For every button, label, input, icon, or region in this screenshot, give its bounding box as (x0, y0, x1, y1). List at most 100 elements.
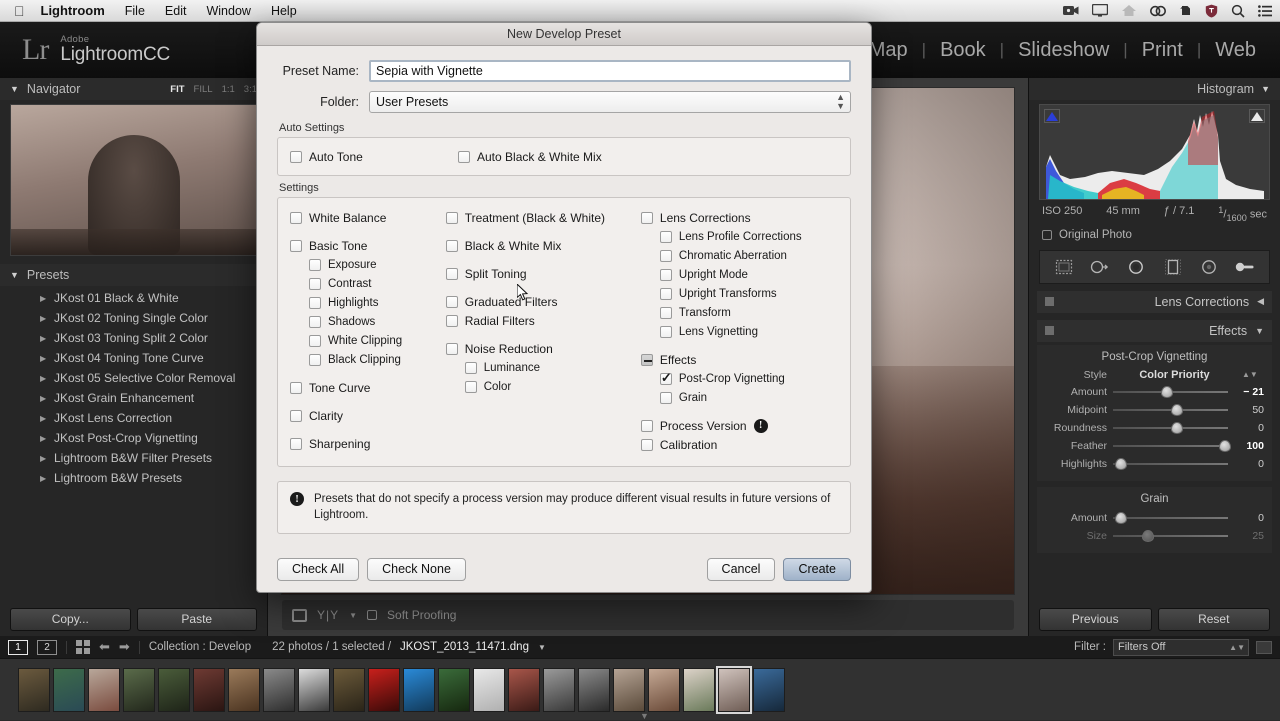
checkbox-box[interactable] (640, 211, 653, 224)
checkbox-luminance[interactable]: Luminance (446, 358, 641, 377)
checkbox-box[interactable] (640, 419, 653, 432)
checkbox-box[interactable] (290, 437, 302, 450)
checkbox-black-clipping[interactable]: Black Clipping (290, 350, 446, 369)
checkbox-tone-curve[interactable]: Tone Curve (290, 378, 446, 397)
checkbox-box[interactable] (309, 258, 321, 271)
checkbox-label: Black & White Mix (464, 238, 562, 253)
checkbox-label: Post-Crop Vignetting (678, 372, 785, 385)
checkbox-split-toning[interactable]: Split Toning (445, 264, 641, 283)
checkbox-box[interactable] (309, 334, 321, 347)
create-button[interactable]: Create (783, 557, 851, 581)
checkbox-auto-tone[interactable]: Auto Tone (290, 147, 458, 166)
checkbox-box[interactable] (290, 381, 302, 394)
checkbox-lens-vignetting[interactable]: Lens Vignetting (641, 322, 838, 341)
checkbox-white-balance[interactable]: White Balance (290, 208, 446, 227)
auto-settings-group: Auto Tone Auto Black & White Mix (277, 137, 851, 176)
checkbox-box[interactable] (445, 211, 458, 224)
checkbox-auto-black-white-mix[interactable]: Auto Black & White Mix (458, 147, 602, 166)
checkbox-shadows[interactable]: Shadows (290, 312, 446, 331)
checkbox-box[interactable] (445, 295, 458, 308)
checkbox-label: White Balance (309, 210, 387, 225)
checkbox-clarity[interactable]: Clarity (290, 406, 446, 425)
checkbox-box[interactable] (659, 268, 672, 281)
dialog-body: Preset Name: Sepia with Vignette Folder:… (257, 46, 871, 467)
checkbox-process-version[interactable]: Process Version ! (640, 416, 838, 435)
checkbox-sharpening[interactable]: Sharpening (290, 434, 446, 453)
checkbox-radial-filters[interactable]: Radial Filters (445, 311, 641, 330)
checkbox-white-clipping[interactable]: White Clipping (290, 331, 446, 350)
checkbox-exposure[interactable]: Exposure (290, 255, 446, 274)
checkbox-box[interactable] (445, 267, 458, 280)
settings-columns: White Balance Basic Tone Exposure Contra… (290, 208, 838, 454)
checkbox-box[interactable] (445, 342, 458, 355)
checkbox-box[interactable] (464, 380, 477, 393)
checkbox-label: Chromatic Aberration (678, 249, 787, 262)
checkbox-upright-mode[interactable]: Upright Mode (641, 265, 838, 284)
checkbox-box[interactable] (309, 296, 321, 309)
checkbox-label: Lens Profile Corrections (678, 230, 802, 243)
checkbox-box[interactable] (659, 230, 672, 243)
checkbox-highlights[interactable]: Highlights (290, 293, 446, 312)
checkbox-box-checked[interactable] (659, 370, 672, 386)
checkbox-box[interactable] (290, 150, 302, 163)
checkbox-box[interactable] (659, 325, 672, 338)
stepper-icon[interactable]: ▲▼ (836, 93, 845, 111)
checkbox-label: Transform (678, 306, 731, 319)
settings-group: White Balance Basic Tone Exposure Contra… (277, 197, 851, 467)
checkbox-box[interactable] (464, 361, 477, 374)
checkbox-grain[interactable]: Grain (641, 388, 838, 407)
checkbox-label: Sharpening (309, 436, 371, 451)
checkbox-box[interactable] (458, 150, 470, 163)
checkbox-box[interactable] (640, 438, 653, 451)
checkbox-chromatic-aberration[interactable]: Chromatic Aberration (641, 246, 838, 265)
checkbox-color[interactable]: Color (446, 377, 641, 396)
cancel-button[interactable]: Cancel (706, 557, 776, 581)
preset-name-input[interactable]: Sepia with Vignette (369, 60, 851, 82)
checkbox-basic-tone[interactable]: Basic Tone (290, 236, 446, 255)
warning-icon: ! (290, 492, 304, 506)
checkbox-label: Lens Vignetting (678, 325, 758, 338)
checkbox-contrast[interactable]: Contrast (290, 274, 446, 293)
check-all-button[interactable]: Check All (277, 557, 360, 581)
checkbox-box-mixed[interactable] (640, 353, 653, 366)
checkbox-label: Effects (659, 352, 697, 367)
checkbox-label: Grain (678, 391, 708, 404)
checkbox-effects[interactable]: Effects (640, 350, 838, 369)
folder-select[interactable]: User Presets ▲ ▼ (369, 91, 851, 113)
checkbox-box[interactable] (659, 391, 672, 404)
checkbox-lens-corrections[interactable]: Lens Corrections (640, 208, 838, 227)
checkbox-box[interactable] (290, 211, 302, 224)
checkbox-box[interactable] (659, 287, 672, 300)
checkbox-post-crop-vignetting[interactable]: Post-Crop Vignetting (641, 369, 838, 388)
checkbox-lens-profile-corrections[interactable]: Lens Profile Corrections (641, 227, 838, 246)
checkbox-box[interactable] (445, 239, 458, 252)
checkbox-box[interactable] (445, 314, 458, 327)
checkbox-box[interactable] (309, 353, 321, 366)
checkbox-box[interactable] (659, 306, 672, 319)
check-none-button[interactable]: Check None (367, 557, 466, 581)
checkbox-label: Color (483, 380, 512, 393)
checkbox-label: Clarity (309, 408, 344, 423)
checkbox-box[interactable] (309, 277, 321, 290)
checkbox-box[interactable] (290, 239, 302, 252)
checkbox-box[interactable] (659, 249, 672, 262)
preset-name-row: Preset Name: Sepia with Vignette (277, 60, 851, 82)
checkbox-box[interactable] (290, 409, 302, 422)
checkbox-upright-transforms[interactable]: Upright Transforms (641, 284, 838, 303)
checkbox-transform[interactable]: Transform (641, 303, 838, 322)
checkbox-label: Shadows (328, 315, 376, 328)
checkbox-graduated-filters[interactable]: Graduated Filters (445, 292, 641, 311)
checkbox-black-white-mix[interactable]: Black & White Mix (445, 236, 641, 255)
settings-label: Settings (279, 182, 319, 194)
checkbox-box[interactable] (309, 315, 321, 328)
checkbox-calibration[interactable]: Calibration (640, 435, 838, 454)
checkbox-treatment[interactable]: Treatment (Black & White) (445, 208, 641, 227)
checkbox-noise-reduction[interactable]: Noise Reduction (445, 339, 641, 358)
